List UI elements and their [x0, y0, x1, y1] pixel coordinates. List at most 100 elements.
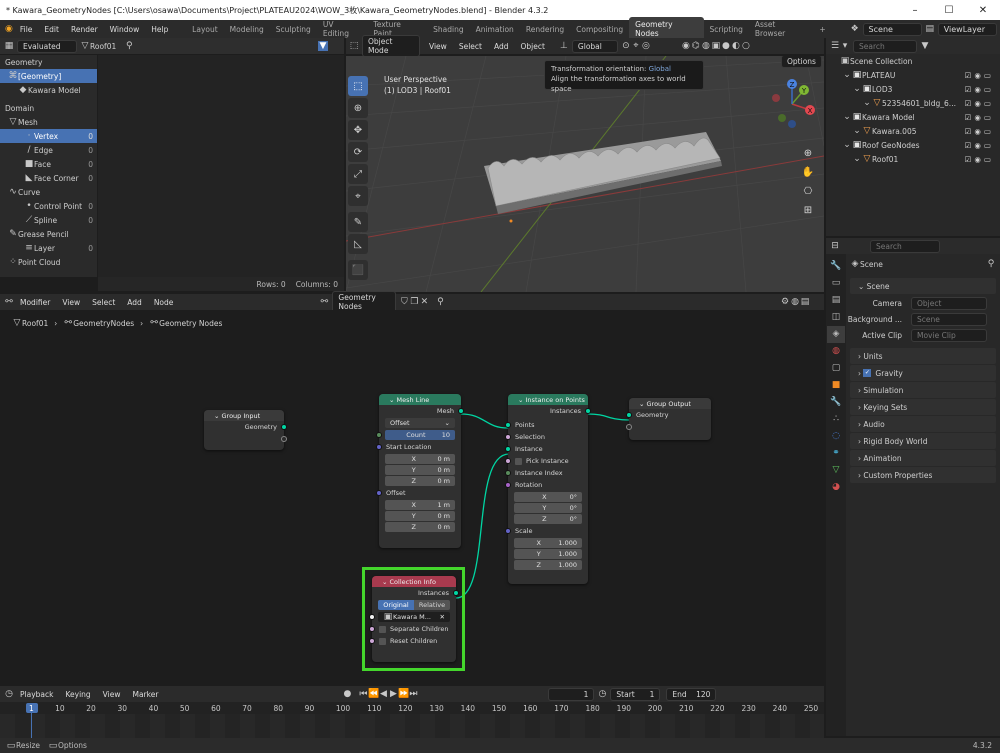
scene-selector[interactable]: Scene [862, 22, 922, 36]
world-tab-icon[interactable]: ◍ [832, 343, 840, 360]
record-icon[interactable]: ● [342, 689, 352, 699]
properties-search-input[interactable]: Search [870, 239, 940, 253]
scale-y-field[interactable]: Y 1.000 [514, 549, 582, 559]
transform-tool[interactable]: ⌖ [348, 186, 368, 206]
visibility-toggles-icon[interactable]: ☑◉▭ [965, 141, 994, 150]
count-socket[interactable] [376, 432, 382, 438]
point-cloud-group[interactable]: ⁘ Point Cloud [0, 255, 97, 269]
group-input-extend-socket[interactable] [281, 436, 287, 442]
units-section[interactable]: › Units [850, 348, 996, 364]
group-input-node[interactable]: ⌄ Group Input Geometry [204, 410, 287, 450]
reset-children-checkbox[interactable] [379, 637, 386, 645]
tab-layout[interactable]: Layout [186, 22, 224, 37]
node-pin-icon[interactable]: ⚲ [435, 297, 445, 307]
expand-chevron-icon[interactable]: ⌄ [842, 140, 852, 150]
view-layer-tab-icon[interactable]: ◫ [832, 309, 841, 326]
filter-icon[interactable]: ▼ [318, 41, 328, 51]
domain-face[interactable]: ■ Face 0 [0, 157, 97, 171]
menu-edit[interactable]: Edit [38, 25, 65, 34]
mesh-line-mode-dropdown[interactable]: Offset ⌄ [385, 418, 455, 428]
shading-material-icon[interactable]: ◐ [731, 41, 741, 51]
overlay-icon[interactable]: ◍ [701, 41, 711, 51]
tab-modeling[interactable]: Modeling [224, 22, 270, 37]
physics-tab-icon[interactable]: ◌ [832, 428, 840, 445]
duplicate-icon[interactable]: ❐ [409, 297, 419, 307]
relative-button[interactable]: Relative [414, 600, 450, 610]
scene-section-header[interactable]: ⌄ Scene [850, 278, 996, 294]
display-mode-icon[interactable]: ▾ [840, 41, 850, 51]
menu-render[interactable]: Render [65, 25, 104, 34]
iop-scale-socket[interactable] [505, 528, 511, 534]
scale-z-field[interactable]: Z 1.000 [514, 560, 582, 570]
outliner-item[interactable]: ⌄ ▽ Kawara.005 ☑◉▭ [826, 124, 1000, 138]
separate-children-checkbox[interactable] [379, 625, 386, 633]
scene-tab-icon[interactable]: ◈ [827, 326, 845, 343]
constraints-tab-icon[interactable]: ⚭ [832, 445, 840, 462]
domain-layer[interactable]: ≡ Layer 0 [0, 241, 97, 255]
iop-instance-socket[interactable] [505, 446, 511, 452]
shading-solid-icon[interactable]: ● [721, 41, 731, 51]
play-icon[interactable]: ▶ [388, 689, 398, 699]
outliner-filter-icon[interactable]: ▼ [920, 41, 930, 51]
visibility-toggles-icon[interactable]: ☑◉▭ [965, 71, 994, 80]
node-menu-modifier[interactable]: Modifier [14, 298, 56, 307]
expand-chevron-icon[interactable]: ⌄ [862, 98, 872, 108]
evaluation-mode-dropdown[interactable]: Evaluated [17, 39, 77, 53]
render-tab-icon[interactable]: ▭ [832, 275, 841, 292]
data-tab-icon[interactable]: ▽ [833, 462, 840, 479]
timeline-editor-icon[interactable]: ◷ [4, 689, 14, 699]
viewport-menu-view[interactable]: View [423, 42, 453, 51]
start-y-field[interactable]: Y0 m [385, 465, 455, 475]
particles-tab-icon[interactable]: ∴ [833, 411, 839, 428]
expand-chevron-icon[interactable]: ⌄ [852, 126, 862, 136]
unlink-icon[interactable]: ✕ [419, 297, 429, 307]
active-clip-field[interactable]: Movie Clip [911, 328, 987, 342]
viewport-3d[interactable]: ⬚ ⊕ ✥ ⟳ ⤢ ⌖ ✎ ◺ ⬛ User Perspective (1) L… [346, 56, 824, 292]
end-frame-field[interactable]: End 120 [666, 687, 717, 701]
offset-y-field[interactable]: Y0 m [385, 511, 455, 521]
node-overlay-icon[interactable]: ◍ [790, 297, 800, 307]
visibility-toggles-icon[interactable]: ☑◉▭ [965, 155, 994, 164]
kawara-model-item[interactable]: ◆ Kawara Model [0, 83, 97, 97]
start-z-field[interactable]: Z0 m [385, 476, 455, 486]
annotate-tool[interactable]: ✎ [348, 212, 368, 232]
visibility-toggles-icon[interactable]: ☑◉▭ [965, 113, 994, 122]
rotation-x-field[interactable]: X 0° [514, 492, 582, 502]
camera-view-icon[interactable]: ⎔ [800, 182, 816, 201]
iop-rotation-socket[interactable] [505, 482, 511, 488]
node-menu-node[interactable]: Node [148, 298, 180, 307]
snap-node-icon[interactable]: ⚙ [780, 297, 790, 307]
tab-rendering[interactable]: Rendering [520, 22, 570, 37]
timeline-menu-view[interactable]: View [97, 690, 127, 699]
gravity-checkbox[interactable]: ✓ [863, 369, 872, 377]
viewport-menu-object[interactable]: Object [514, 42, 550, 51]
minimize-button[interactable]: – [898, 5, 932, 16]
object-tab-icon[interactable]: ■ [832, 377, 841, 394]
simulation-section[interactable]: › Simulation [850, 382, 996, 398]
gizmo-icon[interactable]: ⌬ [691, 41, 701, 51]
animation-section[interactable]: › Animation [850, 450, 996, 466]
timeline-menu-playback[interactable]: Playback [14, 690, 59, 699]
domain-vertex[interactable]: · Vertex 0 [0, 129, 97, 143]
preview-range-icon[interactable]: ◷ [597, 689, 607, 699]
outliner-item[interactable]: ⌄ ▣ Kawara Model ☑◉▭ [826, 110, 1000, 124]
move-tool[interactable]: ✥ [348, 120, 368, 140]
menu-window[interactable]: Window [104, 25, 146, 34]
collection-info-node[interactable]: ⌄ Collection Info Instances Original Rel… [369, 576, 459, 662]
visibility-toggles-icon[interactable]: ☑◉▭ [965, 127, 994, 136]
scene-collection-row[interactable]: ▣ Scene Collection [826, 54, 1000, 68]
jump-key-back-icon[interactable]: ⏪ [368, 689, 379, 699]
jump-start-icon[interactable]: ⏮ [358, 689, 368, 699]
instance-on-points-node[interactable]: ⌄ Instance on Points Instances Points Se… [505, 394, 591, 584]
offset-socket[interactable] [376, 490, 382, 496]
navigation-gizmo[interactable]: X Y Z [764, 76, 820, 132]
viewport-options-button[interactable]: Options [781, 56, 822, 68]
fake-user-icon[interactable]: ⛉ [399, 297, 409, 307]
ci-separate-socket[interactable] [369, 626, 375, 632]
mesh-group[interactable]: ▽ Mesh [0, 115, 97, 129]
custom-properties-section[interactable]: › Custom Properties [850, 467, 996, 483]
outliner-item[interactable]: ⌄ ▣ Roof GeoNodes ☑◉▭ [826, 138, 1000, 152]
node-editor-type-icon[interactable]: ⚯ [4, 297, 14, 307]
expand-chevron-icon[interactable]: ⌄ [852, 154, 862, 164]
iop-points-socket[interactable] [505, 422, 511, 428]
